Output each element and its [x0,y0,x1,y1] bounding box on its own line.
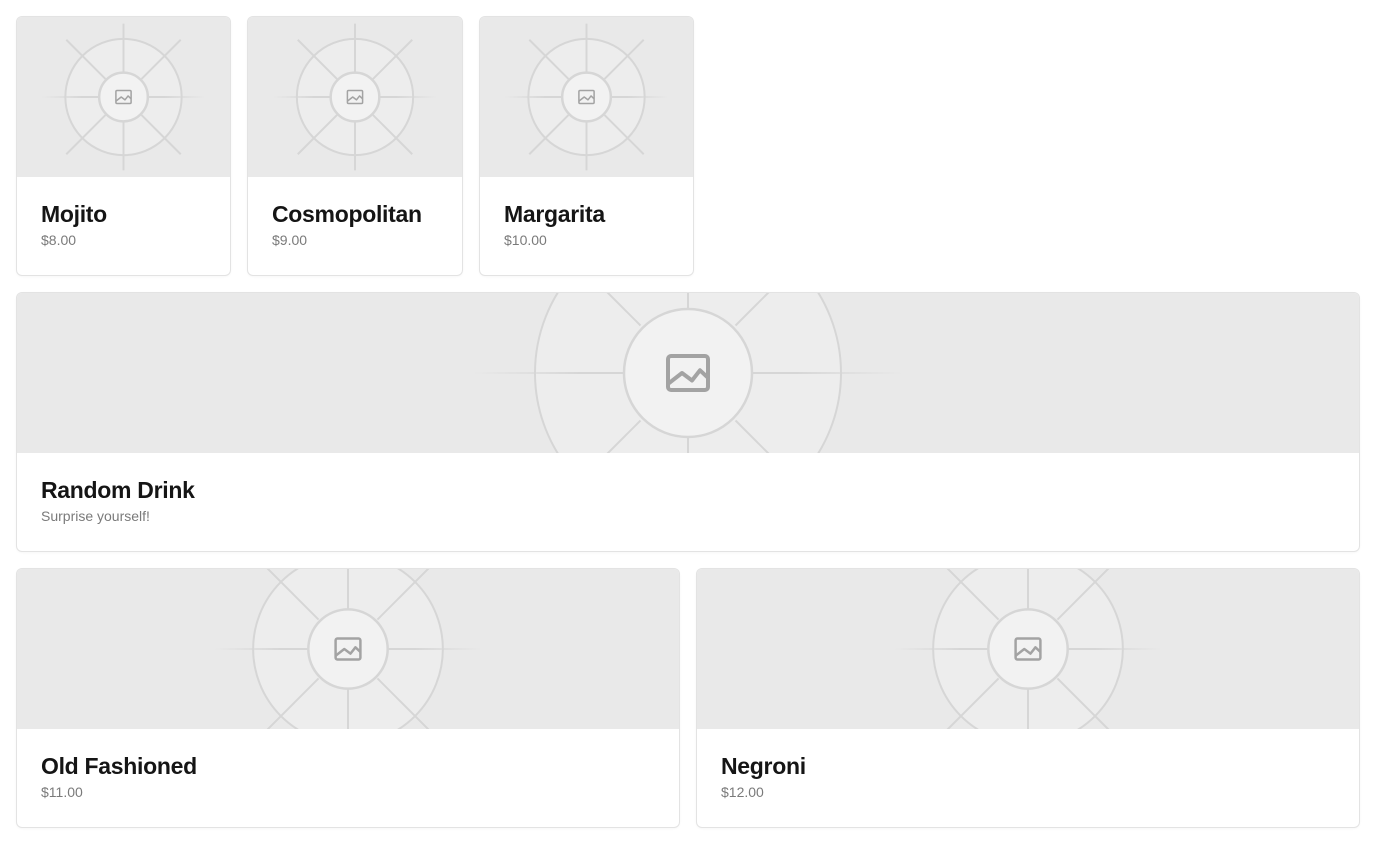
drink-name: Negroni [721,753,806,779]
drink-price: $10.00 [504,232,547,248]
drink-price: $11.00 [41,784,83,800]
drink-image-placeholder [248,17,462,177]
drink-image-placeholder [697,569,1359,729]
drink-image-placeholder [17,17,230,177]
drink-name: Old Fashioned [41,753,197,779]
drink-name: Mojito [41,201,107,227]
drink-card-negroni[interactable]: Negroni $12.00 [696,568,1360,828]
drink-card-mojito[interactable]: Mojito $8.00 [16,16,231,276]
drink-name: Cosmopolitan [272,201,422,227]
drink-card-old-fashioned[interactable]: Old Fashioned $11.00 [16,568,680,828]
random-drink-image-placeholder [17,293,1359,453]
drink-price: $8.00 [41,232,77,248]
random-drink-card[interactable]: Random Drink Surprise yourself! [16,292,1360,552]
random-drink-subtitle: Surprise yourself! [41,508,150,524]
drink-image-placeholder [480,17,693,177]
drink-card-margarita[interactable]: Margarita $10.00 [479,16,694,276]
drink-card-cosmopolitan[interactable]: Cosmopolitan $9.00 [247,16,463,276]
drink-name: Margarita [504,201,605,227]
drink-menu-page: Mojito $8.00 Cosmopolitan $9.00 Margarit… [0,0,1376,844]
drink-image-placeholder [17,569,679,729]
random-drink-title: Random Drink [41,477,195,503]
drink-price: $9.00 [272,232,308,248]
drink-price: $12.00 [721,784,764,800]
